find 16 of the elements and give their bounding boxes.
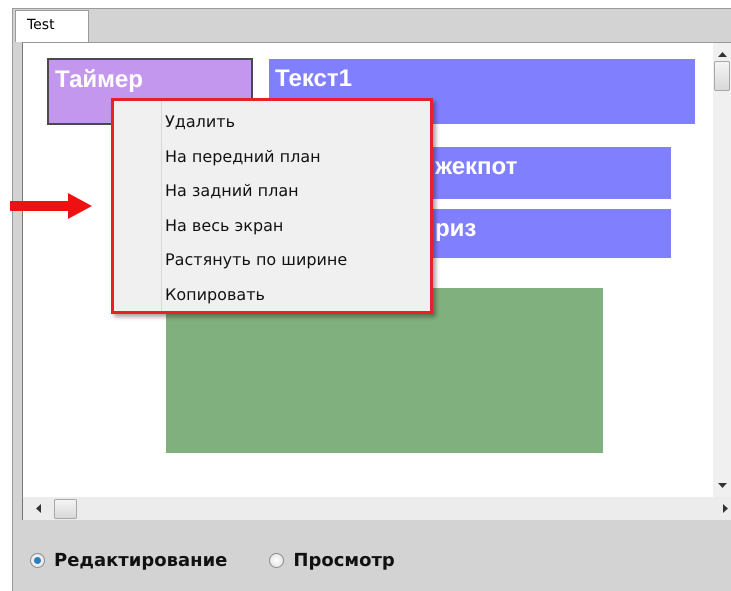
- radio-label[interactable]: Просмотр: [293, 547, 395, 574]
- scroll-left-icon[interactable]: [35, 504, 41, 513]
- scroll-up-icon[interactable]: [718, 51, 726, 57]
- radio-button[interactable]: [30, 553, 45, 568]
- radio-label[interactable]: Редактирование: [54, 547, 228, 574]
- scroll-thumb[interactable]: [54, 498, 77, 518]
- scroll-right-icon[interactable]: [723, 504, 729, 513]
- horizontal-scrollbar[interactable]: [23, 497, 731, 520]
- radio-button[interactable]: [269, 553, 284, 568]
- arrow-icon: [10, 193, 92, 219]
- menu-item[interactable]: Копировать: [114, 278, 430, 312]
- tab[interactable]: Test: [15, 10, 89, 42]
- image-block[interactable]: [166, 288, 603, 453]
- scroll-thumb[interactable]: [714, 61, 730, 91]
- vertical-scrollbar[interactable]: [713, 43, 731, 497]
- scroll-down-icon[interactable]: [718, 483, 726, 489]
